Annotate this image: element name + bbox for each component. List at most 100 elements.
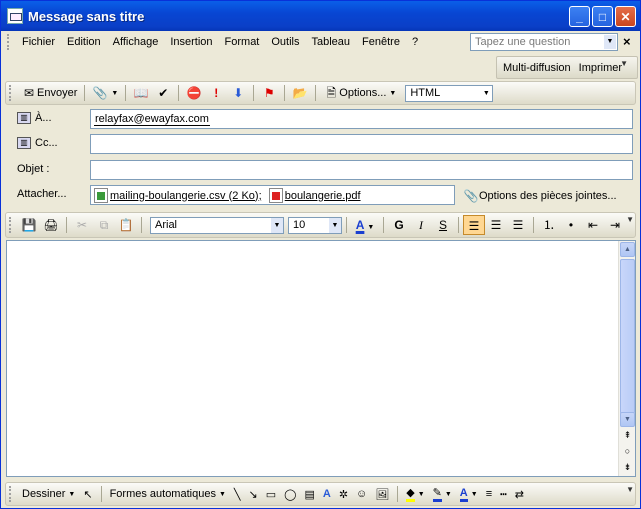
pdf-file-icon (268, 188, 283, 203)
minimize-button[interactable]: _ (569, 6, 590, 27)
attach-button[interactable]: Attacher... (17, 188, 67, 200)
chevron-down-icon: ▼ (111, 89, 119, 97)
toolbar-options-icon[interactable]: ▼ (620, 59, 628, 68)
line-color-button[interactable]: ✎ ▼ (429, 484, 456, 504)
align-right-button[interactable]: ☰ (507, 215, 529, 235)
maximize-button[interactable]: □ (592, 6, 613, 27)
autoshapes-menu-button[interactable]: Formes automatiques ▼ (106, 484, 230, 504)
scroll-down-button[interactable]: ▼ (620, 412, 635, 427)
menu-outils[interactable]: Outils (265, 36, 305, 48)
bulleted-list-button[interactable]: • (560, 215, 582, 235)
toolbar-options-icon[interactable]: ▼ (626, 215, 634, 224)
options-button[interactable]: 🗎 Options... ▼ (320, 83, 399, 103)
underline-button[interactable]: S (432, 215, 454, 235)
attachments-field[interactable]: mailing-boulangerie.csv (2 Ko); boulange… (90, 185, 455, 205)
save-button[interactable]: 💾 (18, 215, 40, 235)
attachment-options-button[interactable]: 📎 Options des pièces jointes... (463, 188, 617, 204)
to-button[interactable]: ▥ À... (17, 112, 52, 124)
permission-button[interactable]: ⛔ (183, 83, 205, 103)
arrow-button[interactable]: ↘ (245, 484, 262, 504)
draw-menu-button[interactable]: Dessiner ▼ (18, 484, 79, 504)
help-question-input[interactable]: Tapez une question ▼ (470, 33, 618, 51)
separator (284, 85, 286, 101)
cc-field[interactable] (90, 134, 633, 154)
subject-label: Objet : (17, 163, 50, 175)
menu-insertion[interactable]: Insertion (164, 36, 218, 48)
next-object-button[interactable]: ⇟ (620, 460, 635, 475)
copy-button[interactable]: ⧉ (93, 215, 115, 235)
toolbar-grip[interactable] (9, 486, 12, 502)
address-book-button[interactable]: 📖 (130, 83, 152, 103)
recipient-chip[interactable]: relayfax@ewayfax.com (94, 113, 210, 126)
toolbar-grip[interactable] (7, 34, 10, 50)
clip-art-button[interactable]: ☺ (352, 484, 371, 504)
previous-object-button[interactable]: ⇞ (620, 428, 635, 443)
separator (253, 85, 255, 101)
menu-fenetre[interactable]: Fenêtre (356, 36, 406, 48)
dash-style-button[interactable]: ┅ (496, 484, 511, 504)
fill-color-button[interactable]: ◆ ▼ (402, 484, 428, 504)
paste-button[interactable]: 📋 (115, 215, 137, 235)
font-name-select[interactable]: Arial ▼ (150, 216, 284, 234)
title-bar[interactable]: Message sans titre _ □ ✕ (1, 1, 640, 31)
scroll-up-button[interactable]: ▲ (620, 242, 635, 257)
attachment-csv[interactable]: mailing-boulangerie.csv (2 Ko); (94, 188, 262, 203)
align-center-button[interactable]: ☰ (485, 215, 507, 235)
menu-fichier[interactable]: Fichier (16, 36, 61, 48)
print-button[interactable]: 🖨 (40, 215, 62, 235)
vertical-scrollbar[interactable]: ▲ ▼ ⇞ ○ ⇟ (618, 241, 635, 476)
close-document-button[interactable]: × (623, 34, 631, 49)
attachment-pdf[interactable]: boulangerie.pdf (268, 188, 361, 203)
low-importance-button[interactable]: ⬇ (227, 83, 249, 103)
font-size-select[interactable]: 10 ▼ (288, 216, 342, 234)
oval-button[interactable]: ◯ (280, 484, 300, 504)
to-field[interactable]: relayfax@ewayfax.com (90, 109, 633, 129)
message-body-editor[interactable]: ▲ ▼ ⇞ ○ ⇟ (6, 240, 636, 477)
increase-indent-button[interactable]: ⇥ (604, 215, 626, 235)
print-button[interactable]: Imprimer (579, 62, 622, 74)
separator (458, 217, 459, 233)
insert-picture-button[interactable]: 🖼 (371, 484, 393, 504)
multi-diffusion-button[interactable]: Multi-diffusion (503, 62, 571, 74)
message-format-select[interactable]: HTML ▼ (405, 84, 494, 102)
check-names-icon: ✔ (158, 86, 169, 100)
menu-edition[interactable]: Edition (61, 36, 107, 48)
send-button[interactable]: ✉ Envoyer (18, 83, 80, 103)
toolbar-grip[interactable] (9, 217, 12, 233)
follow-up-flag-button[interactable]: ⚑ (258, 83, 280, 103)
font-color-button[interactable]: A ▼ (351, 215, 379, 235)
open-folder-button[interactable]: 📂 (289, 83, 311, 103)
select-browse-object-button[interactable]: ○ (620, 444, 635, 459)
bold-button[interactable]: G (388, 215, 410, 235)
arrow-style-button[interactable]: ⇄ (511, 484, 528, 504)
menu-tableau[interactable]: Tableau (306, 36, 357, 48)
menu-help[interactable]: ? (406, 36, 424, 48)
standard-toolbar: ✉ Envoyer 📎 ▼ 📖 ✔ ⛔ ! ⬇ ⚑ 📂 🗎 Options...… (5, 81, 636, 105)
subject-field[interactable] (90, 160, 633, 180)
diagram-button[interactable]: ✲ (335, 484, 352, 504)
line-button[interactable]: ╲ (230, 484, 245, 504)
italic-button[interactable]: I (410, 215, 432, 235)
menu-format[interactable]: Format (219, 36, 266, 48)
chevron-down-icon[interactable]: ▼ (604, 35, 616, 49)
cc-button[interactable]: ▥ Cc... (17, 137, 58, 149)
check-names-button[interactable]: ✔ (152, 83, 174, 103)
scroll-thumb[interactable] (620, 259, 635, 414)
draw-font-color-button[interactable]: A ▼ (456, 484, 482, 504)
decrease-indent-button[interactable]: ⇤ (582, 215, 604, 235)
text-box-button[interactable]: ▤ (300, 484, 318, 504)
align-left-button[interactable]: ☰ (463, 215, 485, 235)
wordart-button[interactable]: A (319, 484, 335, 504)
attach-file-button[interactable]: 📎 ▼ (89, 83, 121, 103)
cut-button[interactable]: ✂ (71, 215, 93, 235)
toolbar-options-icon[interactable]: ▼ (626, 485, 634, 494)
toolbar-grip[interactable] (9, 85, 12, 101)
rectangle-button[interactable]: ▭ (262, 484, 280, 504)
high-importance-button[interactable]: ! (205, 83, 227, 103)
line-style-button[interactable]: ≡ (482, 484, 496, 504)
menu-affichage[interactable]: Affichage (107, 36, 165, 48)
numbered-list-button[interactable]: ⒈ (538, 215, 560, 235)
select-objects-button[interactable]: ↖ (79, 484, 96, 504)
close-window-button[interactable]: ✕ (615, 6, 636, 27)
message-format-value: HTML (410, 86, 441, 99)
